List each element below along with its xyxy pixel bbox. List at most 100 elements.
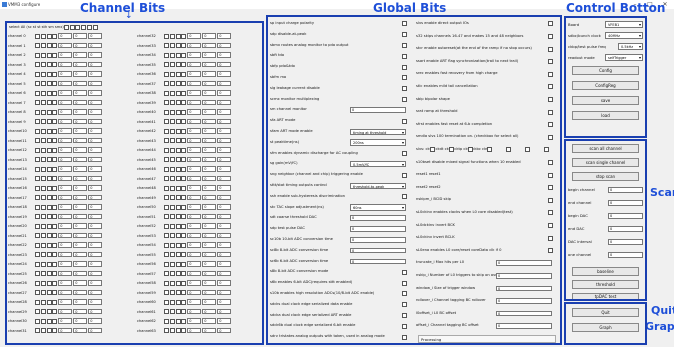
channel-dac-spinbox[interactable]: 0 [73, 109, 88, 115]
channel-bit-checkbox[interactable] [169, 71, 175, 77]
channel-bit-checkbox[interactable] [181, 33, 187, 39]
channel-bit-checkbox[interactable] [46, 242, 52, 248]
channel-dac-spinbox[interactable]: 0 [187, 71, 202, 77]
channel-bit-checkbox[interactable] [164, 128, 169, 134]
channel-dac-spinbox[interactable]: 0 [217, 118, 232, 125]
slvs-checkbox[interactable] [430, 147, 435, 153]
channel-dac-spinbox[interactable]: 0 [58, 280, 73, 286]
channel-dac-spinbox[interactable]: 0 [217, 80, 232, 87]
channel-dac-spinbox[interactable]: 0 [202, 185, 217, 191]
channel-bit-checkbox[interactable] [46, 71, 52, 77]
channel-bit-checkbox[interactable] [164, 223, 169, 229]
channel-bit-checkbox[interactable] [40, 119, 46, 124]
global-spinbox[interactable]: 0 [350, 107, 406, 113]
channel-bit-checkbox[interactable] [181, 261, 187, 267]
channel-dac-spinbox[interactable]: 0 [202, 156, 217, 163]
channel-bit-checkbox[interactable] [169, 81, 175, 86]
threshold-button[interactable]: threshold [572, 280, 639, 289]
channel-bit-checkbox[interactable] [40, 223, 46, 229]
channel-bit-checkbox[interactable] [181, 62, 187, 67]
channel-dac-spinbox[interactable]: 0 [88, 299, 103, 305]
global-checkbox[interactable] [402, 194, 407, 200]
channel-bit-checkbox[interactable] [181, 128, 187, 134]
global-checkbox[interactable] [548, 235, 553, 241]
channel-bit-checkbox[interactable] [164, 176, 169, 181]
channel-dac-spinbox[interactable]: 0 [202, 128, 217, 134]
global-spinbox[interactable]: 0 [350, 258, 406, 265]
channel-bit-checkbox[interactable] [35, 290, 40, 295]
channel-bit-checkbox[interactable] [164, 242, 169, 248]
channel-dac-spinbox[interactable]: 0 [58, 147, 73, 153]
channel-dac-spinbox[interactable]: 0 [187, 280, 202, 286]
channel-bit-checkbox[interactable] [52, 271, 58, 276]
channel-dac-spinbox[interactable]: 0 [58, 185, 73, 191]
channel-dac-spinbox[interactable]: 0 [187, 61, 202, 68]
global-checkbox[interactable] [402, 32, 407, 38]
channel-dac-spinbox[interactable]: 0 [217, 52, 232, 58]
channel-dac-spinbox[interactable]: 0 [88, 137, 103, 144]
channel-bit-checkbox[interactable] [169, 176, 175, 181]
channel-dac-spinbox[interactable]: 0 [217, 280, 232, 286]
channel-bit-checkbox[interactable] [46, 271, 52, 276]
channel-dac-spinbox[interactable]: 0 [187, 308, 202, 315]
channel-bit-checkbox[interactable] [35, 119, 40, 124]
global-select[interactable]: threshold-to-peak [350, 182, 406, 189]
channel-dac-spinbox[interactable]: 0 [88, 242, 103, 248]
channel-bit-checkbox[interactable] [40, 242, 46, 248]
channel-bit-checkbox[interactable] [175, 43, 181, 48]
channel-bit-checkbox[interactable] [40, 109, 46, 115]
channel-bit-checkbox[interactable] [35, 33, 40, 39]
channel-dac-spinbox[interactable]: 0 [88, 175, 103, 182]
channel-bit-checkbox[interactable] [52, 109, 58, 115]
channel-bit-checkbox[interactable] [181, 280, 187, 286]
channel-bit-checkbox[interactable] [175, 109, 181, 115]
channel-bit-checkbox[interactable] [164, 299, 169, 305]
channel-bit-checkbox[interactable] [46, 290, 52, 295]
channel-dac-spinbox[interactable]: 0 [88, 128, 103, 134]
channel-bit-checkbox[interactable] [52, 299, 58, 305]
channel-dac-spinbox[interactable]: 0 [202, 327, 217, 334]
channel-bit-checkbox[interactable] [169, 233, 175, 238]
channel-dac-spinbox[interactable]: 0 [88, 289, 103, 296]
channel-dac-spinbox[interactable]: 0 [202, 99, 217, 106]
channel-dac-spinbox[interactable]: 0 [73, 166, 88, 172]
channel-bit-checkbox[interactable] [40, 128, 46, 134]
channel-bit-checkbox[interactable] [175, 309, 181, 314]
channel-dac-spinbox[interactable]: 0 [202, 289, 217, 296]
channel-bit-checkbox[interactable] [169, 299, 175, 305]
global-checkbox[interactable] [548, 33, 553, 39]
channel-dac-spinbox[interactable]: 0 [88, 223, 103, 229]
channel-dac-spinbox[interactable]: 0 [187, 156, 202, 163]
channel-bit-checkbox[interactable] [181, 204, 187, 210]
channel-bit-checkbox[interactable] [46, 318, 52, 324]
channel-bit-checkbox[interactable] [169, 328, 175, 333]
sdbc-select[interactable]: 40MHz [605, 32, 643, 39]
channel-dac-spinbox[interactable]: 0 [88, 166, 103, 172]
graph-button[interactable]: Graph [572, 323, 639, 332]
global-spinbox[interactable]: 0 [350, 247, 406, 254]
channel-dac-spinbox[interactable]: 0 [58, 99, 73, 106]
select-all-checkbox[interactable] [86, 24, 92, 30]
channel-bit-checkbox[interactable] [46, 309, 52, 314]
channel-bit-checkbox[interactable] [40, 52, 46, 58]
channel-dac-spinbox[interactable]: 0 [187, 137, 202, 144]
channel-bit-checkbox[interactable] [169, 166, 175, 172]
load-button[interactable]: load [572, 111, 639, 120]
channel-bit-checkbox[interactable] [35, 252, 40, 257]
channel-bit-checkbox[interactable] [164, 157, 169, 162]
channel-bit-checkbox[interactable] [46, 138, 52, 143]
channel-bit-checkbox[interactable] [169, 157, 175, 162]
channel-dac-spinbox[interactable]: 0 [202, 147, 217, 153]
channel-dac-spinbox[interactable]: 0 [58, 261, 73, 267]
channel-dac-spinbox[interactable]: 0 [88, 308, 103, 315]
global-checkbox[interactable] [402, 323, 407, 329]
channel-dac-spinbox[interactable]: 0 [217, 204, 232, 210]
channel-bit-checkbox[interactable] [169, 90, 175, 96]
channel-bit-checkbox[interactable] [52, 261, 58, 267]
board-select[interactable]: VFEB1 [605, 21, 643, 28]
channel-bit-checkbox[interactable] [169, 62, 175, 67]
channel-dac-spinbox[interactable]: 0 [202, 318, 217, 324]
channel-bit-checkbox[interactable] [175, 138, 181, 143]
channel-bit-checkbox[interactable] [52, 185, 58, 191]
channel-bit-checkbox[interactable] [181, 309, 187, 314]
